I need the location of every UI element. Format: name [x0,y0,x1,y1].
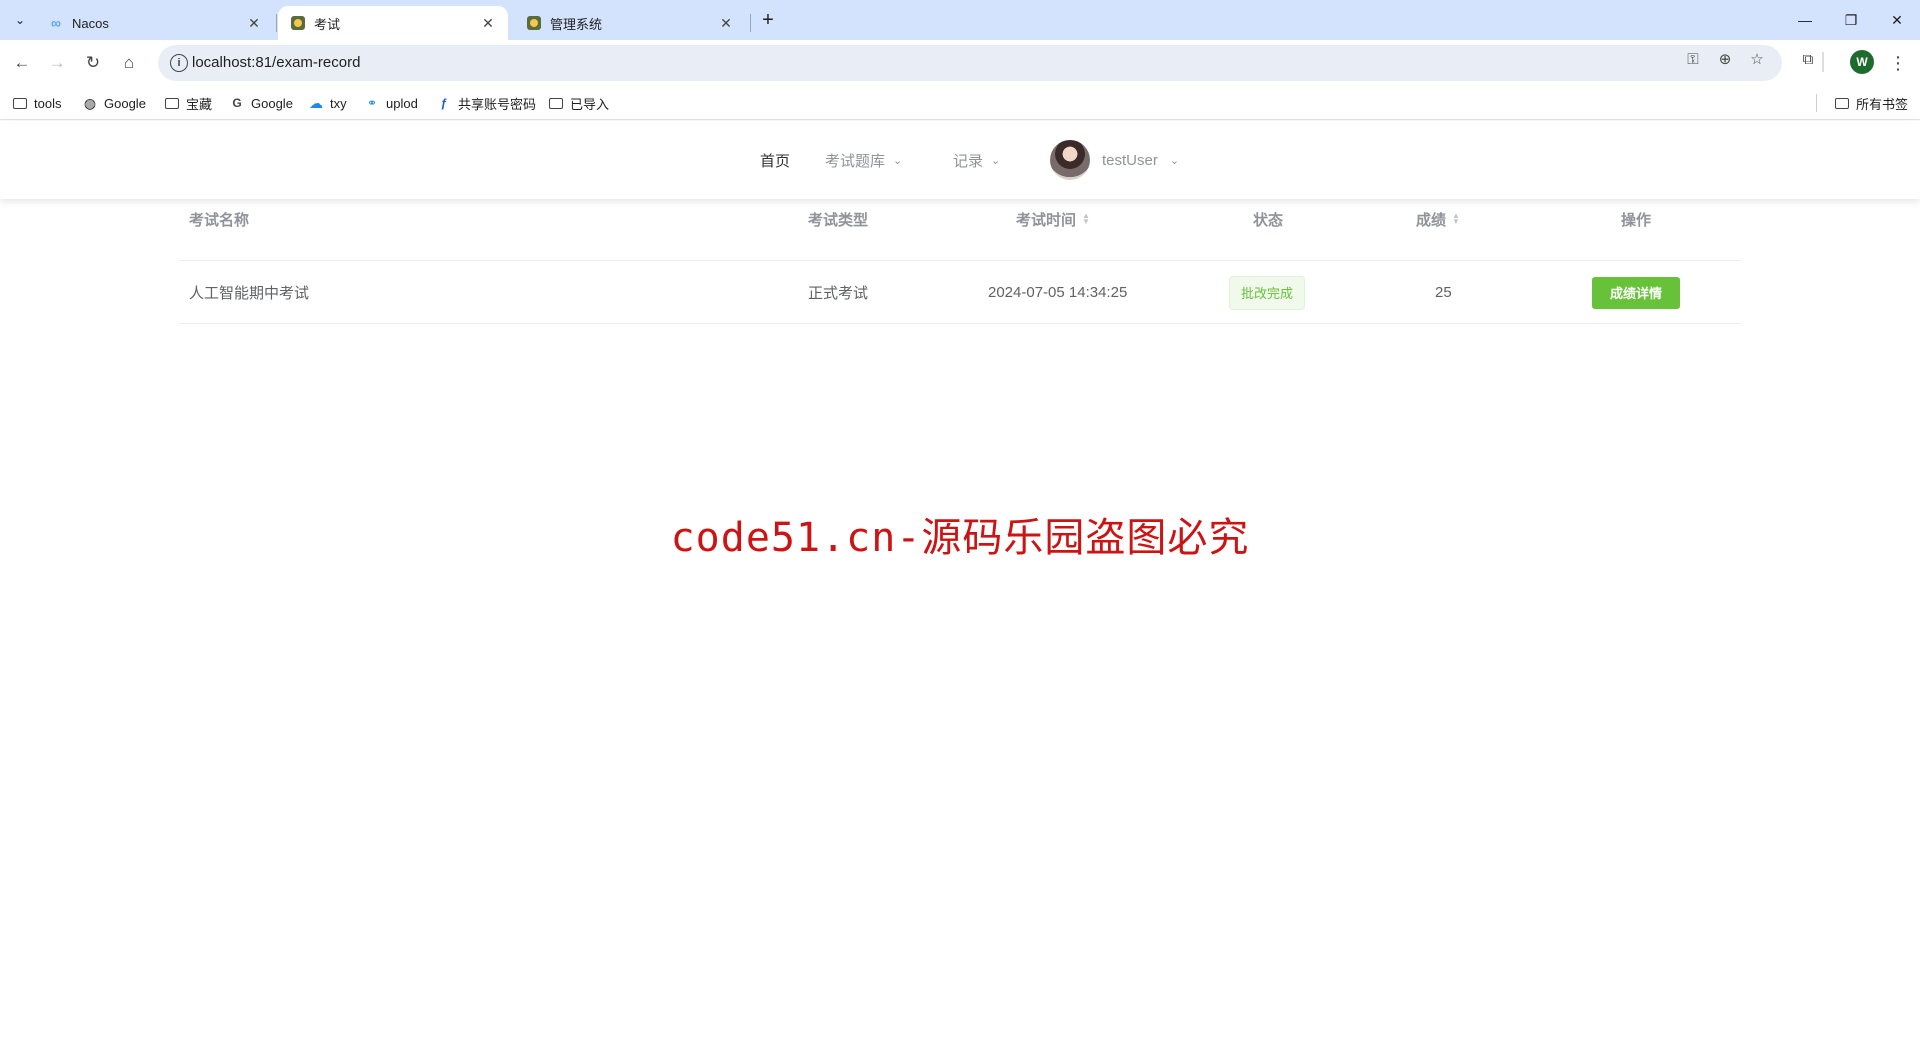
forward-arrow-icon[interactable]: → [43,49,71,77]
column-header-time[interactable]: 考试时间 ▲ ▼ [1016,177,1090,261]
column-header-type: 考试类型 [808,211,869,229]
folder-icon [548,95,564,111]
column-header-label: 考试时间 [1016,211,1077,229]
tab-title: Nacos [72,15,109,31]
bookmark-label: tools [34,95,62,111]
close-icon[interactable]: ✕ [718,15,734,31]
column-header-score[interactable]: 成绩 ▲ ▼ [1416,177,1460,261]
close-icon[interactable]: ✕ [480,15,496,31]
bookmark-google-2[interactable]: G Google [229,92,293,114]
cell-exam-name: 人工智能期中考试 [189,285,310,302]
bookmark-txy[interactable]: ☁ txy [308,92,347,114]
all-bookmarks[interactable]: 所有书签 [1834,92,1908,114]
new-tab-plus-icon[interactable]: + [756,8,780,32]
bookmark-star-icon[interactable]: ☆ [1746,48,1768,70]
zoom-icon[interactable]: ⊕ [1714,48,1736,70]
sort-icon[interactable]: ▲ ▼ [1452,212,1460,226]
bookmark-imported[interactable]: 已导入 [548,92,609,114]
tab-separator [276,14,277,32]
chevron-down-icon: ⌄ [991,154,1001,167]
all-bookmarks-label: 所有书签 [1856,96,1909,112]
nav-label: 考试题库 [825,152,886,170]
bookmark-treasure[interactable]: 宝藏 [164,92,212,114]
chevron-down-icon: ⌄ [893,154,903,167]
cell-status: 批改完成 [1229,261,1306,324]
bookmark-label: 共享账号密码 [458,96,537,112]
google-icon: G [232,96,242,110]
bookmark-uplod[interactable]: ⚭ uplod [364,92,418,114]
browser-toolbar: ← → ↻ ⌂ i localhost:81/exam-record ⚿ ⊕ ☆… [0,40,1920,86]
bookmark-shared-accounts[interactable]: ƒ 共享账号密码 [436,92,536,114]
table-header: 考试名称 考试类型 考试时间 ▲ ▼ 状态 成绩 ▲ ▼ 操作 [178,177,1742,261]
bookmark-app-icon: ƒ [440,96,448,110]
score-detail-button[interactable]: 成绩详情 [1592,276,1680,309]
globe-icon: ◍ [83,94,97,111]
folder-icon [164,95,180,111]
tab-search-chevron-icon[interactable]: ⌄ [8,8,32,32]
browser-tab-bar: ⌄ ∞ Nacos ✕ 考试 ✕ 管理系统 ✕ + — ❐ ✕ [0,0,1920,40]
bookmark-google[interactable]: ◍ Google [82,92,146,114]
tab-title: 考试 [314,16,341,32]
tab-title: 管理系统 [550,16,603,32]
url-text[interactable]: localhost:81/exam-record [192,54,360,71]
bookmark-tools[interactable]: tools [12,92,61,114]
column-header-name: 考试名称 [189,211,250,229]
close-icon[interactable]: ✕ [246,15,262,31]
app-favicon [290,15,306,31]
tab-exam[interactable]: 考试 ✕ [278,6,508,40]
avatar [1050,140,1090,180]
bookmarks-bar: tools ◍ Google 宝藏 G Google ☁ txy ⚭ uplod… [0,86,1920,120]
browser-menu-icon[interactable]: ⋮ [1888,50,1908,76]
bookmark-label: uplod [386,95,418,111]
column-header-action: 操作 [1621,211,1652,229]
tab-admin[interactable]: 管理系统 ✕ [514,6,746,40]
chevron-down-icon: ⌄ [1169,154,1180,167]
nav-label: 记录 [953,152,984,170]
username: testUser [1102,151,1158,169]
profile-avatar[interactable]: W [1850,50,1874,74]
bookmark-label: Google [104,95,146,111]
toolbar-divider [1822,52,1824,72]
close-window-icon[interactable]: ✕ [1874,0,1920,40]
site-info-icon[interactable]: i [170,54,188,72]
restore-icon[interactable]: ❐ [1828,0,1874,40]
bookmarks-divider [1816,94,1817,112]
back-arrow-icon[interactable]: ← [8,49,36,77]
watermark-text: code51.cn-源码乐园盗图必究 [670,515,1250,561]
tab-separator [750,14,751,32]
home-icon[interactable]: ⌂ [115,49,143,77]
column-header-label: 成绩 [1416,211,1447,229]
bookmark-label: txy [330,95,347,111]
extensions-puzzle-icon[interactable]: ⧉ [1797,48,1819,70]
status-badge: 批改完成 [1229,275,1306,310]
folder-icon [1834,95,1850,111]
link-icon: ⚭ [366,96,378,110]
nav-label: 首页 [760,152,791,170]
infinity-icon: ∞ [51,15,61,31]
bookmark-label: 已导入 [570,96,610,112]
bookmark-label: Google [251,95,293,111]
cell-action: 成绩详情 [1592,261,1680,324]
cell-exam-time: 2024-07-05 14:34:25 [988,284,1128,301]
bookmark-label: 宝藏 [186,96,213,112]
column-header-status: 状态 [1253,211,1284,229]
reload-icon[interactable]: ↻ [79,49,107,77]
table-row: 人工智能期中考试 正式考试 2024-07-05 14:34:25 批改完成 2… [178,261,1742,324]
tab-nacos[interactable]: ∞ Nacos ✕ [36,6,274,40]
cell-score: 25 [1435,284,1452,301]
password-key-icon[interactable]: ⚿ [1682,48,1704,70]
cloud-icon: ☁ [309,94,323,111]
address-bar[interactable]: i localhost:81/exam-record [158,45,1782,81]
page-content: 首页 考试题库 ⌄ 记录 ⌄ testUser ⌄ 考试名称 考试类型 考试时间… [0,121,1920,1040]
exam-record-table: 考试名称 考试类型 考试时间 ▲ ▼ 状态 成绩 ▲ ▼ 操作 人工智能期中考试 正… [178,177,1742,324]
folder-icon [12,95,28,111]
app-favicon [526,15,542,31]
cell-exam-type: 正式考试 [808,285,869,302]
minimize-icon[interactable]: — [1782,0,1828,40]
sort-icon[interactable]: ▲ ▼ [1082,212,1090,226]
